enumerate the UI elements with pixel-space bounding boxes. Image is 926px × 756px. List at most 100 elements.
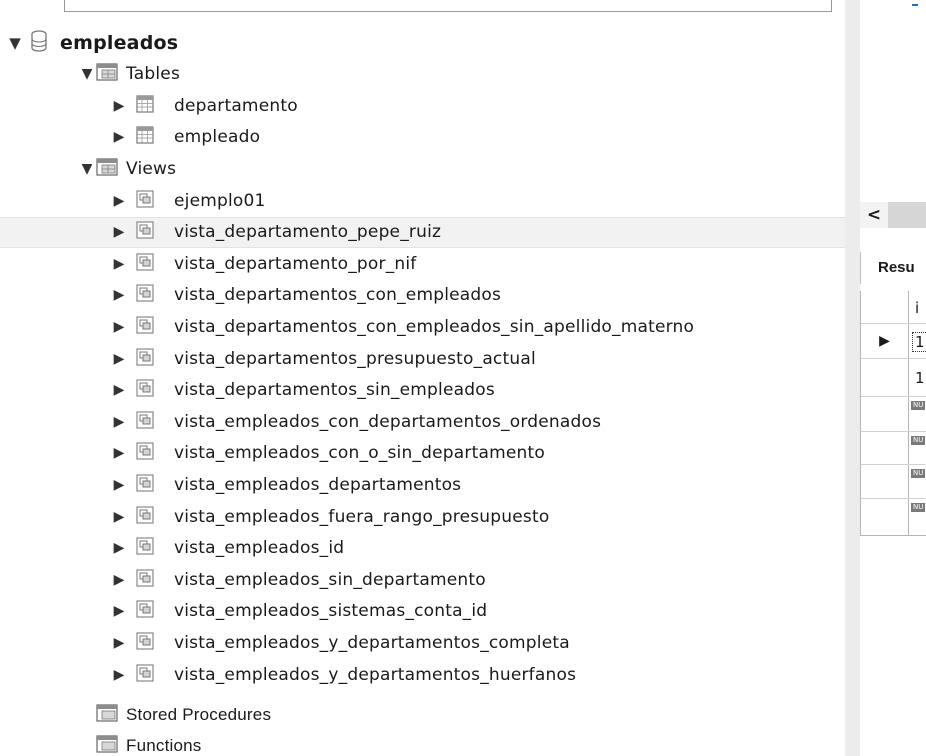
tree-node-view[interactable]: ▶ vista_departamentos_con_empleados bbox=[0, 280, 845, 311]
folder-icon bbox=[96, 157, 118, 180]
view-icon bbox=[136, 347, 154, 370]
tree-node-view-label: vista_empleados_con_departamentos_ordena… bbox=[174, 411, 602, 432]
expand-arrow-icon[interactable]: ▶ bbox=[110, 477, 128, 493]
table-icon bbox=[136, 125, 154, 148]
expand-arrow-icon[interactable]: ▼ bbox=[78, 161, 96, 177]
grid-cell[interactable]: 1 bbox=[912, 332, 926, 352]
expand-arrow-icon[interactable]: ▶ bbox=[110, 98, 128, 114]
scroll-left-button[interactable]: < bbox=[860, 202, 888, 228]
tree-node-view[interactable]: ▶ vista_empleados_sistemas_conta_id bbox=[0, 596, 845, 627]
row-header bbox=[861, 432, 909, 464]
tree-node-view[interactable]: ▶ vista_departamento_por_nif bbox=[0, 248, 845, 279]
expand-arrow-icon[interactable]: ▼ bbox=[6, 34, 24, 52]
tree-node-table[interactable]: ▶ departamento bbox=[0, 90, 845, 121]
null-badge: NU bbox=[911, 401, 926, 410]
grid-column-header[interactable]: i bbox=[915, 299, 919, 317]
table-row[interactable]: NU bbox=[861, 432, 926, 465]
tree-node-view[interactable]: ▶ vista_departamentos_presupuesto_actual bbox=[0, 343, 845, 374]
expand-arrow-icon[interactable]: ▶ bbox=[110, 224, 128, 240]
table-row[interactable]: 1 bbox=[861, 359, 926, 397]
expand-arrow-icon[interactable]: ▶ bbox=[110, 351, 128, 367]
expand-arrow-icon[interactable]: ▶ bbox=[110, 193, 128, 209]
table-row[interactable]: NU bbox=[861, 499, 926, 535]
view-icon bbox=[136, 632, 154, 654]
expand-arrow-icon[interactable]: ▶ bbox=[110, 667, 128, 683]
view-icon bbox=[136, 316, 154, 338]
tree-node-tables[interactable]: ▼ Tables bbox=[0, 58, 845, 89]
expand-arrow-icon[interactable]: ▶ bbox=[110, 256, 128, 272]
tree-node-view[interactable]: ▶ vista_empleados_id bbox=[0, 533, 845, 564]
tree-node-view[interactable]: ▶ vista_empleados_y_departamentos_complet… bbox=[0, 627, 845, 658]
expand-arrow-icon[interactable]: ▼ bbox=[78, 66, 96, 82]
result-grid: i ▶ 1 1 NU NU NU NU bbox=[860, 291, 926, 536]
row-pointer-icon: ▶ bbox=[861, 324, 909, 358]
tree-node-view-label: vista_departamento_pepe_ruiz bbox=[174, 222, 442, 243]
tree-node-functions[interactable]: Functions bbox=[0, 730, 845, 756]
grid-cell[interactable]: 1 bbox=[915, 369, 925, 387]
view-icon bbox=[136, 189, 154, 212]
row-header bbox=[861, 397, 909, 431]
tree-node-view[interactable]: ▶ vista_departamentos_sin_empleados bbox=[0, 375, 845, 406]
row-header bbox=[861, 465, 909, 498]
tree-node-view[interactable]: ▶ vista_empleados_fuera_rango_presupuesto bbox=[0, 501, 845, 532]
tree-node-stored-procedures[interactable]: Stored Procedures bbox=[0, 699, 845, 730]
tree-node-view-label: vista_departamento_por_nif bbox=[174, 253, 417, 274]
tree-node-view-label: vista_empleados_id bbox=[174, 538, 345, 559]
tree-node-database[interactable]: ▼ empleados bbox=[0, 27, 845, 58]
view-icon bbox=[136, 284, 154, 306]
tree-node-view[interactable]: ▶ ejemplo01 bbox=[0, 185, 845, 216]
view-icon bbox=[136, 537, 154, 559]
null-badge: NU bbox=[911, 469, 926, 478]
table-row[interactable]: NU bbox=[861, 465, 926, 499]
tree-node-view[interactable]: ▶ vista_empleados_con_departamentos_orden… bbox=[0, 406, 845, 437]
result-pane: < Resu i ▶ 1 1 NU NU NU NU bbox=[860, 0, 926, 756]
database-name: empleados bbox=[60, 31, 179, 54]
expand-arrow-icon[interactable]: ▶ bbox=[110, 603, 128, 619]
tree-node-table-label: empleado bbox=[174, 126, 261, 147]
view-icon bbox=[136, 411, 154, 433]
view-icon bbox=[136, 253, 154, 275]
view-icon bbox=[136, 600, 154, 622]
expand-arrow-icon[interactable]: ▶ bbox=[110, 572, 128, 588]
expand-arrow-icon[interactable]: ▶ bbox=[110, 509, 128, 525]
tree-node-view-label: ejemplo01 bbox=[174, 190, 266, 211]
tree-node-view[interactable]: ▶ vista_departamentos_con_empleados_sin_a… bbox=[0, 311, 845, 342]
row-header bbox=[861, 499, 909, 535]
result-tab[interactable]: Resu bbox=[860, 252, 926, 284]
tree-node-view[interactable]: ▶ vista_empleados_y_departamentos_huerfan… bbox=[0, 659, 845, 690]
null-badge: NU bbox=[911, 436, 926, 445]
tree-node-view[interactable]: ▶ vista_empleados_departamentos bbox=[0, 469, 845, 500]
table-row[interactable]: ▶ 1 bbox=[861, 324, 926, 359]
view-icon bbox=[136, 379, 154, 401]
blue-indicator bbox=[912, 4, 918, 6]
tree-node-view[interactable]: ▶ vista_departamento_pepe_ruiz bbox=[0, 216, 845, 248]
database-icon bbox=[30, 29, 48, 56]
pane-splitter[interactable] bbox=[845, 0, 860, 756]
tree-node-view[interactable]: ▶ vista_empleados_sin_departamento bbox=[0, 564, 845, 595]
expand-arrow-icon[interactable]: ▶ bbox=[110, 635, 128, 651]
expand-arrow-icon[interactable]: ▶ bbox=[110, 540, 128, 556]
expand-arrow-icon[interactable]: ▶ bbox=[110, 445, 128, 461]
tree-node-view-label: vista_empleados_y_departamentos_huerfano… bbox=[174, 664, 577, 685]
expand-arrow-icon[interactable]: ▶ bbox=[110, 414, 128, 430]
filter-input[interactable] bbox=[64, 0, 832, 12]
table-row[interactable]: NU bbox=[861, 397, 926, 432]
tree-node-view-label: vista_empleados_departamentos bbox=[174, 474, 462, 495]
tree-node-view-label: vista_departamentos_sin_empleados bbox=[174, 380, 495, 401]
expand-arrow-icon[interactable]: ▶ bbox=[110, 287, 128, 303]
views-label: Views bbox=[126, 158, 177, 179]
horizontal-scrollbar[interactable]: < bbox=[860, 202, 926, 228]
tree-node-views[interactable]: ▼ Views bbox=[0, 153, 845, 184]
folder-icon bbox=[96, 62, 118, 85]
tree-node-view[interactable]: ▶ vista_empleados_con_o_sin_departamento bbox=[0, 438, 845, 469]
expand-arrow-icon[interactable]: ▶ bbox=[110, 319, 128, 335]
expand-arrow-icon[interactable]: ▶ bbox=[110, 382, 128, 398]
view-icon bbox=[136, 663, 154, 686]
expand-arrow-icon[interactable]: ▶ bbox=[110, 129, 128, 145]
null-badge: NU bbox=[911, 503, 926, 512]
folder-icon bbox=[96, 703, 118, 726]
tables-label: Tables bbox=[126, 63, 181, 84]
tree-node-view-label: vista_empleados_fuera_rango_presupuesto bbox=[174, 506, 550, 527]
tree-node-table[interactable]: ▶ empleado bbox=[0, 121, 845, 152]
row-header bbox=[861, 359, 909, 396]
